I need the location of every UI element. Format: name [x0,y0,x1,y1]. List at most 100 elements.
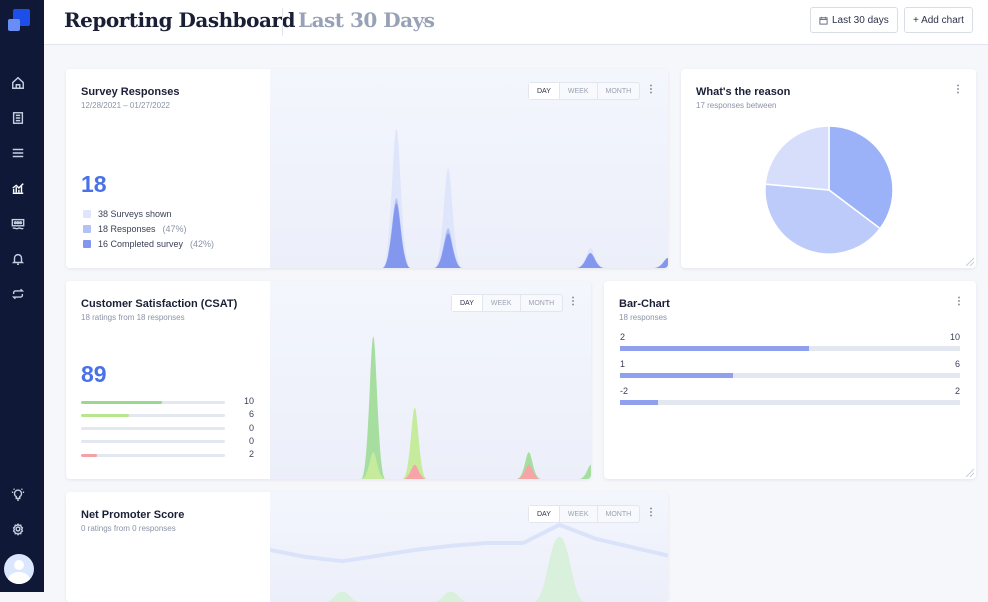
more-options-icon[interactable]: ⋮ [568,296,578,307]
logo[interactable] [8,9,30,31]
bar-label: -2 [620,386,629,396]
sidebar-item-integrations[interactable] [10,286,26,302]
sidebar-item-notifications[interactable] [10,251,26,267]
sidebar-item-home[interactable] [10,75,26,91]
legend-label: 18 Responses [98,224,156,234]
legend-label: 16 Completed survey [98,239,184,249]
header-divider [282,8,283,36]
date-range-label: Last 30 days [832,14,889,26]
bar-row: 16 [620,359,960,379]
more-options-icon[interactable]: ⋮ [646,507,656,518]
sidebar [0,0,44,592]
survey-responses-card: Survey Responses 12/28/2021 – 01/27/2022… [66,69,668,268]
sidebar-item-ideas[interactable] [10,486,26,502]
list-doc-icon [12,112,24,124]
bar-chart-card: Bar-Chart 18 responses ⋮ 2 10 1 6 -2 2 [604,281,976,479]
bar-track [620,400,960,405]
range-tabs: DAY WEEK MONTH [451,294,564,312]
chart-icon [12,183,24,194]
tab-day[interactable]: DAY [529,83,559,99]
series-area-promoters [361,336,591,479]
pie-slice[interactable] [764,125,830,191]
rating-count: 0 [248,435,254,446]
bar [620,373,734,378]
tab-month[interactable]: MONTH [596,506,640,522]
card-title: Survey Responses [81,86,180,98]
lines-icon [12,148,24,158]
range-tabs: DAY WEEK MONTH [528,505,641,523]
rating-track [81,453,225,457]
tab-week[interactable]: WEEK [558,506,597,522]
bar-row: -2 2 [620,386,960,406]
legend-label: 38 Surveys shown [98,209,172,219]
card-subtitle: 18 ratings from 18 responses [81,313,185,322]
card-title: Net Promoter Score [81,509,185,521]
nps-card: Net Promoter Score 0 ratings from 0 resp… [66,492,668,602]
calendar-icon [819,16,828,25]
date-range-button[interactable]: Last 30 days [810,7,898,33]
csat-score: 89 [81,361,107,387]
nps-promoters-area [324,591,361,602]
card-subtitle: 0 ratings from 0 responses [81,524,176,533]
legend-item: 16 Completed survey (42%) [83,239,214,249]
legend-pct: (47%) [162,224,187,234]
tab-month[interactable]: MONTH [519,295,563,311]
bar-value: 10 [949,332,960,342]
bar-track [620,346,960,351]
sidebar-item-menu[interactable] [10,145,26,161]
rating-count: 10 [243,396,254,406]
tab-week[interactable]: WEEK [558,83,597,99]
rating-track [81,413,225,417]
legend-pct: (42%) [190,239,215,249]
more-options-icon[interactable]: ⋮ [954,296,964,307]
rating-fill [81,400,162,404]
bar-value: 2 [954,386,960,396]
header: Reporting Dashboard Last 30 Days ⌄ Last … [44,0,988,45]
card-subtitle: 18 responses [619,313,668,322]
sidebar-item-settings[interactable] [10,521,26,537]
period-dropdown[interactable]: Last 30 Days [298,8,435,32]
tab-week[interactable]: WEEK [481,295,520,311]
sidebar-item-reports[interactable] [10,180,26,196]
chevron-down-icon[interactable]: ⌄ [420,14,429,27]
more-options-icon[interactable]: ⋮ [646,84,656,95]
reason-card: What's the reason 17 responses between ⋮ [681,69,976,268]
sidebar-item-audience[interactable] [10,216,26,232]
people-icon [11,218,25,230]
card-subtitle: 12/28/2021 – 01/27/2022 [81,101,170,110]
bar [620,346,809,351]
legend-swatch [83,240,91,248]
legend-item: 18 Responses (47%) [83,224,187,234]
legend-item: 38 Surveys shown [83,209,172,219]
resize-handle[interactable] [966,469,974,477]
range-tabs: DAY WEEK MONTH [528,82,641,100]
bar-label: 1 [620,359,626,369]
tab-day[interactable]: DAY [529,506,559,522]
bar-track [620,373,960,378]
avatar[interactable] [4,554,34,584]
repeat-icon [11,288,25,300]
card-title: Bar-Chart [619,298,670,310]
gear-icon [12,523,24,536]
resize-handle[interactable] [966,258,974,266]
reason-pie-chart [764,125,894,255]
rating-track [81,440,225,444]
bar-row: 2 10 [620,332,960,352]
responses-count: 18 [81,171,107,197]
rating-count: 0 [248,422,254,433]
card-title: Customer Satisfaction (CSAT) [81,298,238,310]
rating-count: 2 [248,449,254,460]
tab-month[interactable]: MONTH [596,83,640,99]
series-area-completed-survey [382,203,668,268]
bell-icon [11,253,25,265]
rating-count: 6 [248,409,254,420]
nps-promoters-area [432,591,469,602]
rating-fill [81,453,97,457]
add-chart-button[interactable]: + Add chart [904,7,973,33]
sidebar-item-surveys[interactable] [10,110,26,126]
tab-day[interactable]: DAY [452,295,482,311]
bar [620,400,658,405]
page-title: Reporting Dashboard [64,8,295,32]
lightbulb-icon [11,488,25,501]
series-area-surveys-shown [382,128,668,268]
